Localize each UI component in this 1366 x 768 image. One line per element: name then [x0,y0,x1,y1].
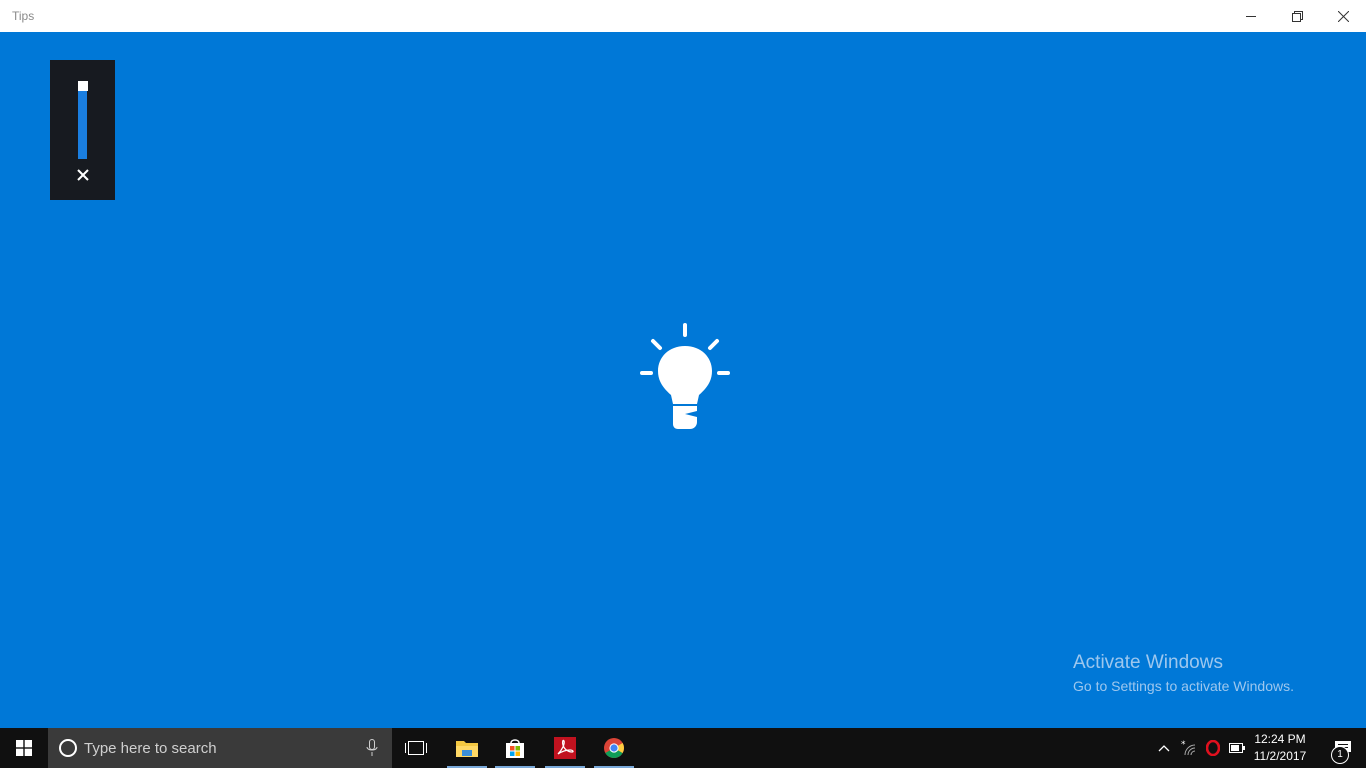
chrome-button[interactable] [590,728,638,768]
opera-tray-button[interactable] [1204,728,1222,768]
search-placeholder: Type here to search [84,740,217,757]
minimize-button[interactable] [1228,0,1274,32]
store-button[interactable] [491,728,539,768]
svg-text:*: * [1181,740,1186,750]
close-button[interactable] [1320,0,1366,32]
volume-close-button[interactable] [74,166,92,184]
restore-button[interactable] [1274,0,1320,32]
minimize-icon [1246,16,1256,17]
cortana-icon [59,739,77,757]
battery-button[interactable] [1227,728,1247,768]
show-hidden-icons-button[interactable] [1156,728,1172,768]
clock-time: 12:24 PM [1254,732,1306,746]
notification-count-badge: 1 [1331,746,1349,764]
main-content: Activate Windows Go to Settings to activ… [0,32,1366,728]
windows-logo-icon [16,740,32,756]
window-title: Tips [12,9,35,23]
watermark-subtitle: Go to Settings to activate Windows. [1073,678,1294,694]
volume-level-fill [78,82,87,159]
start-button[interactable] [0,728,48,768]
clock[interactable]: 12:24 PM 11/2/2017 [1248,731,1312,765]
microphone-icon[interactable] [366,739,378,757]
activate-windows-watermark: Activate Windows Go to Settings to activ… [1073,651,1294,696]
lightbulb-icon [640,323,730,429]
battery-icon [1229,743,1245,753]
clock-date: 11/2/2017 [1253,749,1307,763]
file-explorer-button[interactable] [443,728,491,768]
acrobat-button[interactable] [541,728,589,768]
folder-icon [456,741,478,757]
opera-icon [1206,740,1220,756]
close-icon [1337,10,1349,22]
acrobat-icon [554,737,576,759]
close-icon [77,169,89,181]
wifi-icon: * [1181,740,1196,756]
task-view-icon [405,741,427,755]
chrome-icon [604,738,624,758]
chevron-up-icon [1158,745,1170,752]
task-view-button[interactable] [392,728,440,768]
taskbar: Type here to search * 12:24 PM 11/2/2017 [0,728,1366,768]
title-bar: Tips [0,0,1366,32]
restore-icon [1291,10,1303,22]
volume-flyout [50,60,115,200]
network-button[interactable]: * [1178,728,1200,768]
volume-slider-thumb[interactable] [78,81,88,91]
search-box[interactable]: Type here to search [48,728,392,768]
store-icon [506,739,524,758]
watermark-title: Activate Windows [1073,652,1223,673]
